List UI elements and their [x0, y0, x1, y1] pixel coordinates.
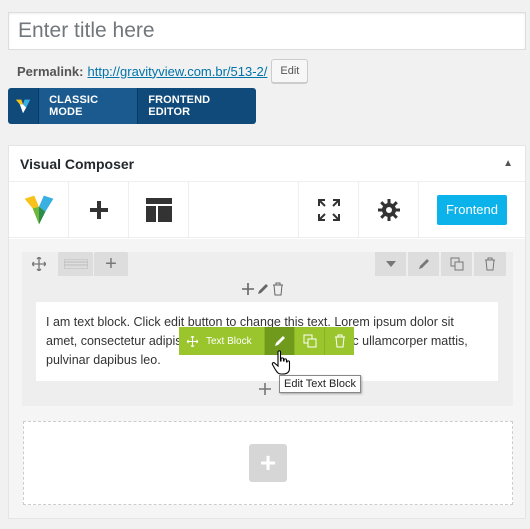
row-controls: + — [22, 252, 513, 276]
toolbar-spacer — [189, 182, 299, 238]
move-row-icon[interactable] — [27, 252, 51, 276]
add-element-icon[interactable] — [69, 182, 129, 238]
frontend-editor-button[interactable]: FRONTEND EDITOR — [138, 88, 256, 124]
text-block-move-handle[interactable]: Text Block — [179, 327, 264, 355]
permalink-label: Permalink: — [17, 63, 84, 79]
panel-header[interactable]: Visual Composer ▲ — [9, 146, 525, 182]
add-element-plus-icon[interactable] — [242, 282, 254, 298]
add-column-icon[interactable]: + — [94, 252, 128, 276]
row-layout-icon[interactable] — [58, 252, 93, 276]
edit-tooltip: Edit Text Block — [279, 375, 361, 393]
vc-logo-icon[interactable] — [8, 88, 40, 124]
frontend-tool: Frontend — [419, 182, 525, 237]
permalink-url[interactable]: http://gravityview.com.br/513-2/ — [87, 64, 267, 79]
text-block-label: Text Block — [206, 335, 252, 347]
editor-mode-bar: CLASSIC MODE FRONTEND EDITOR — [8, 88, 256, 124]
classic-mode-button[interactable]: CLASSIC MODE — [39, 88, 139, 124]
add-element-button[interactable]: + — [249, 444, 287, 482]
clone-row-icon[interactable] — [440, 252, 472, 276]
vc-toolbar: Frontend — [9, 182, 525, 238]
delete-text-block-trash-icon[interactable] — [324, 327, 354, 355]
chevron-down-icon[interactable] — [374, 252, 406, 276]
triangle-up-icon[interactable]: ▲ — [503, 158, 513, 169]
add-element-below-plus-icon[interactable] — [259, 382, 271, 400]
hand-cursor-icon — [271, 350, 291, 375]
edit-row-pencil-icon[interactable] — [407, 252, 439, 276]
settings-gear-icon[interactable] — [359, 182, 419, 238]
frontend-button[interactable]: Frontend — [437, 194, 507, 225]
permalink-edit-button[interactable]: Edit — [271, 59, 309, 83]
templates-icon[interactable] — [129, 182, 189, 238]
clone-text-block-icon[interactable] — [294, 327, 324, 355]
post-title-input[interactable] — [8, 12, 526, 50]
vc-logo-tool-icon[interactable] — [9, 182, 69, 238]
delete-row-trash-icon[interactable] — [473, 252, 506, 276]
vc-canvas: + I am text block. Click edit button to … — [9, 239, 525, 518]
empty-row-dropzone[interactable]: + — [23, 421, 513, 505]
edit-column-pencil-icon[interactable] — [256, 282, 270, 299]
delete-column-trash-icon[interactable] — [272, 282, 284, 299]
column-controls — [242, 282, 284, 298]
text-block-toolbar: Text Block — [179, 327, 354, 355]
fullscreen-icon[interactable] — [299, 182, 359, 238]
permalink-row: Permalink: http://gravityview.com.br/513… — [17, 59, 309, 83]
panel-title: Visual Composer — [20, 155, 135, 172]
